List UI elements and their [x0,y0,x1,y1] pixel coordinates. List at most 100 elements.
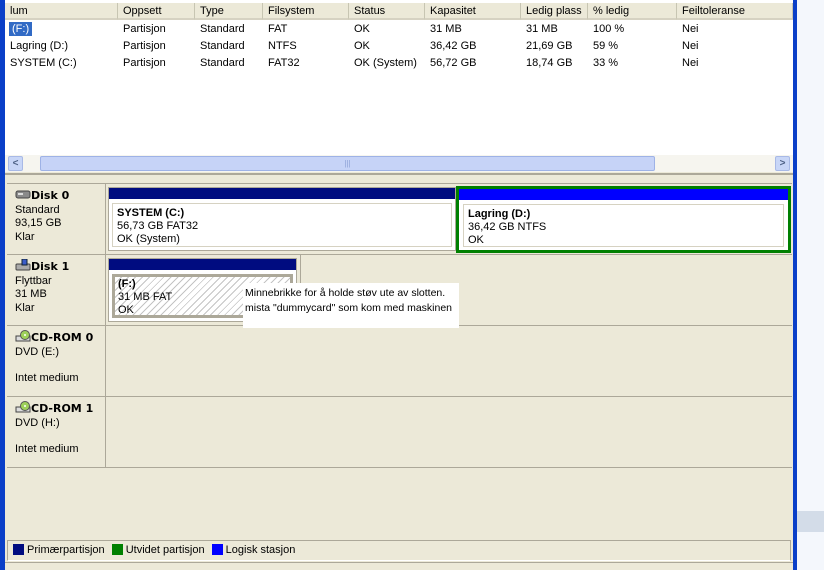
cell-text: Partisjon [123,57,166,69]
cell-text: Nei [682,57,699,69]
legend-extended-partition: Utvidet partisjon [111,544,205,556]
table-cell: Standard [195,20,245,37]
partition-status: OK [468,234,484,246]
table-cell: OK (System) [349,54,417,71]
disk-label[interactable]: Disk 0 Standard 93,15 GB Klar [7,184,106,254]
horizontal-scrollbar[interactable]: < ||| > [5,155,793,172]
cell-text: Standard [200,57,245,69]
disk-type: Standard [15,203,60,216]
scroll-thumb[interactable]: ||| [40,156,655,171]
table-cell: 31 MB [521,20,558,37]
disk-label[interactable]: CD-ROM 1 DVD (H:) Intet medium [7,397,106,467]
table-cell: 18,74 GB [521,54,572,71]
column-header-filesystem[interactable]: Filsystem [263,3,349,20]
cell-text: 31 MB [526,23,558,35]
cell-text: Nei [682,23,699,35]
scroll-left-button[interactable]: < [8,156,23,171]
disk-size: 31 MB [15,288,47,300]
cell-text: OK [354,23,370,35]
pane-splitter[interactable] [5,173,793,175]
cell-text: OK [354,40,370,52]
column-header-volume[interactable]: lum [5,3,118,20]
cell-text: 56,72 GB [430,57,477,69]
table-cell: Partisjon [118,54,166,71]
legend-logical-drive: Logisk stasjon [211,544,296,556]
disk-name: CD-ROM 0 [31,331,94,344]
scroll-right-button[interactable]: > [775,156,790,171]
legend-swatch [211,544,223,555]
table-cell: Standard [195,37,245,54]
volume-name-cell[interactable]: SYSTEM (C:) [5,54,77,71]
cell-text: (F:) [9,22,33,36]
cell-text: Standard [200,40,245,52]
table-cell: 36,42 GB [425,37,476,54]
partition-d[interactable]: Lagring (D:) 36,42 GB NTFS OK [456,186,791,253]
table-cell: 33 % [588,54,618,71]
cell-text: NTFS [268,40,297,52]
disk-size: 93,15 GB [15,217,62,229]
cell-text: Nei [682,40,699,52]
disk-label[interactable]: CD-ROM 0 DVD (E:) Intet medium [7,326,106,396]
partition-info: 36,42 GB NTFS [468,221,547,233]
cell-text: Partisjon [123,23,166,35]
tooltip-line: mista "dummycard" som kom med maskinen [245,302,453,314]
column-header-capacity[interactable]: Kapasitet [425,3,521,20]
table-cell: Nei [677,20,699,37]
cell-text: Standard [200,23,245,35]
table-cell: OK [349,20,370,37]
partition-info: 56,73 GB FAT32 [117,220,199,232]
column-header-fault-tolerance[interactable]: Feiltoleranse [677,3,793,20]
legend-label: Primærpartisjon [27,544,105,556]
table-cell: NTFS [263,37,297,54]
table-cell: 31 MB [425,20,462,37]
column-header-type[interactable]: Type [195,3,263,20]
table-cell: Partisjon [118,20,166,37]
cell-text: 31 MB [430,23,462,35]
cell-text: 18,74 GB [526,57,573,69]
volume-name-cell[interactable]: Lagring (D:) [5,37,68,54]
cell-text: SYSTEM (C:) [10,57,77,69]
cell-text: 100 % [593,23,625,35]
disk-name: Disk 0 [31,189,70,202]
table-cell: Nei [677,54,699,71]
table-cell: Standard [195,54,245,71]
status-bar [5,562,793,570]
cell-text: 33 % [593,57,619,69]
background-window [797,0,824,570]
disk-status: Klar [15,301,35,314]
table-cell: 56,72 GB [425,54,476,71]
cell-text: Lagring (D:) [10,40,69,52]
cell-text: FAT [268,23,288,35]
legend-swatch [13,544,24,555]
partition-c[interactable]: SYSTEM (C:) 56,73 GB FAT32 OK (System) [108,187,456,251]
table-cell: 59 % [588,37,618,54]
table-cell: FAT [263,20,287,37]
cell-text: 36,42 GB [430,40,477,52]
table-cell: 100 % [588,20,624,37]
partition-name: Lagring (D:) [468,208,531,220]
disk-status: Klar [15,230,35,243]
legend: Primærpartisjon Utvidet partisjon Logisk… [7,540,791,561]
disk-label[interactable]: Disk 1 Flyttbar 31 MB Klar [7,255,106,325]
tooltip-line: Minnebrikke for å holde støv ute av slot… [245,287,446,299]
disk-type: Flyttbar [15,274,52,287]
disk-name: Disk 1 [31,260,70,273]
table-cell: 21,69 GB [521,37,572,54]
cell-text: FAT32 [268,57,300,69]
column-header-percent-free[interactable]: % ledig [588,3,677,20]
column-header-layout[interactable]: Oppsett [118,3,195,20]
removable-disk-icon [15,258,31,271]
background-window-band [797,511,824,532]
disk-type: DVD (H:) [15,416,60,429]
volume-list[interactable]: lum Oppsett Type Filsystem Status Kapasi… [5,0,793,155]
tooltip: Minnebrikke for å holde støv ute av slot… [243,283,459,328]
partition-status: OK (System) [117,233,180,245]
volume-name-cell[interactable]: (F:) [5,20,33,37]
legend-swatch [111,544,123,555]
cdrom-icon [15,401,31,413]
legend-label: Logisk stasjon [225,544,296,556]
table-cell: OK [349,37,370,54]
column-header-free-space[interactable]: Ledig plass [521,3,588,20]
table-cell: Nei [677,37,699,54]
column-header-status[interactable]: Status [349,3,425,20]
